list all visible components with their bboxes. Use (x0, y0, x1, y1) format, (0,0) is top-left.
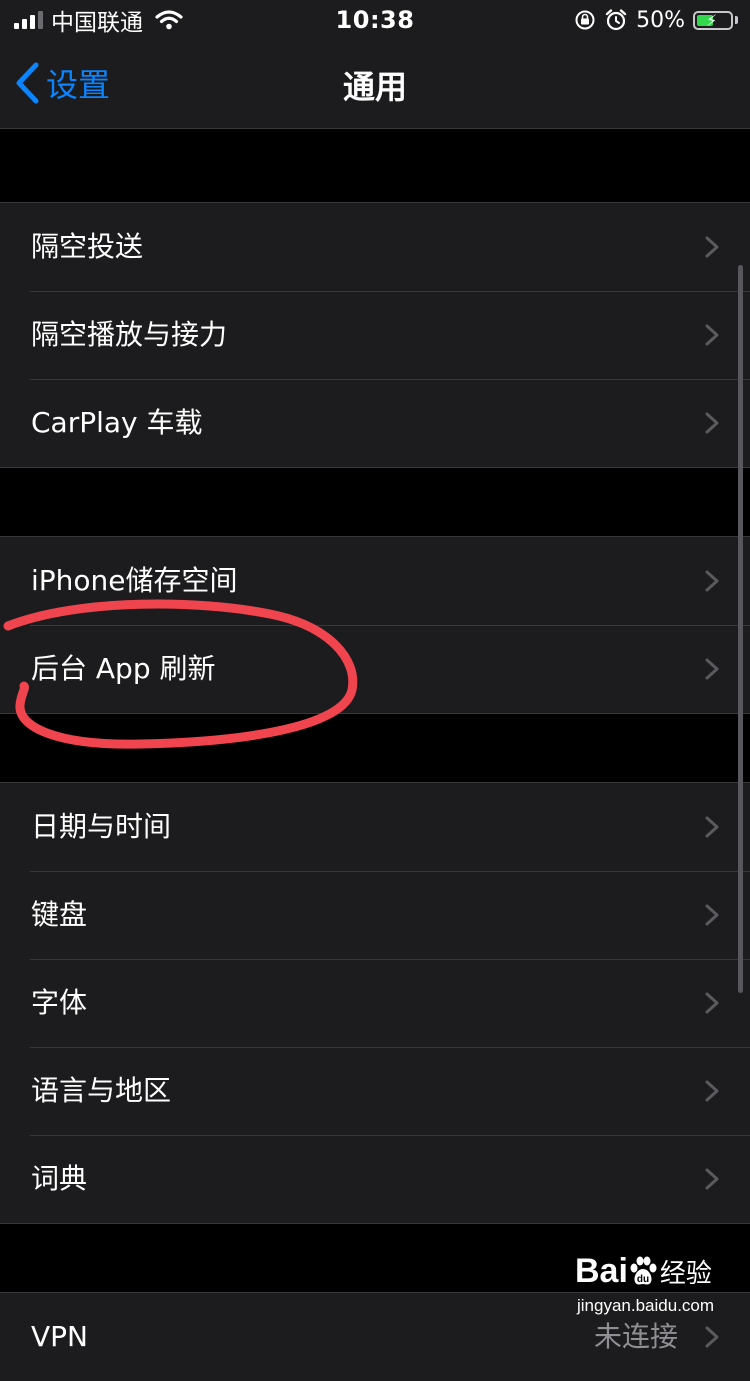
row-fonts[interactable]: 字体 (0, 959, 750, 1047)
svg-text:du: du (637, 1274, 649, 1285)
chevron-right-icon (705, 1080, 719, 1102)
row-label: 词典 (31, 1162, 88, 1195)
row-label: 键盘 (31, 898, 88, 931)
alarm-icon (605, 9, 627, 31)
watermark-logo-text: Bai (575, 1252, 628, 1290)
row-iphone-storage[interactable]: iPhone储存空间 (0, 537, 750, 625)
battery-tip (735, 16, 738, 24)
row-label: 后台 App 刷新 (31, 652, 216, 685)
row-label: 字体 (31, 986, 88, 1019)
row-label: VPN (31, 1320, 88, 1353)
chevron-right-icon (705, 236, 719, 258)
battery-icon: ⚡ (693, 10, 733, 30)
navigation-bar: 设置 通用 (0, 40, 750, 129)
row-airplay-handoff[interactable]: 隔空播放与接力 (0, 291, 750, 379)
row-label: 日期与时间 (31, 810, 172, 843)
baidu-watermark: Bai du 经验 jingyan.baidu.com (575, 1252, 735, 1322)
row-dictionary[interactable]: 词典 (0, 1135, 750, 1223)
chevron-right-icon (705, 324, 719, 346)
row-label: 隔空投送 (31, 230, 144, 263)
chevron-right-icon (705, 658, 719, 680)
row-carplay[interactable]: CarPlay 车载 (0, 379, 750, 467)
battery-percent: 50% (636, 7, 685, 33)
settings-group-connectivity: 隔空投送 隔空播放与接力 CarPlay 车载 (0, 202, 750, 468)
chevron-right-icon (705, 1326, 719, 1348)
orientation-lock-icon (575, 10, 595, 30)
status-bar: 中国联通 10:38 50% ⚡ (0, 0, 750, 40)
page-title: 通用 (342, 68, 407, 106)
row-label: CarPlay 车载 (31, 406, 203, 439)
row-label: 隔空播放与接力 (31, 318, 228, 351)
charging-bolt-icon: ⚡ (706, 10, 718, 30)
row-airdrop[interactable]: 隔空投送 (0, 203, 750, 291)
chevron-right-icon (705, 1168, 719, 1190)
watermark-logo-suffix: 经验 (659, 1259, 712, 1289)
scroll-indicator[interactable] (738, 265, 743, 993)
row-language-region[interactable]: 语言与地区 (0, 1047, 750, 1135)
chevron-right-icon (705, 816, 719, 838)
row-keyboard[interactable]: 键盘 (0, 871, 750, 959)
chevron-right-icon (705, 904, 719, 926)
row-label: 语言与地区 (31, 1074, 172, 1107)
row-label: iPhone储存空间 (31, 564, 238, 597)
settings-group-language: 日期与时间 键盘 字体 语言与地区 词典 (0, 782, 750, 1224)
chevron-right-icon (705, 992, 719, 1014)
watermark-logo: Bai du 经验 (575, 1252, 712, 1291)
chevron-right-icon (705, 412, 719, 434)
chevron-right-icon (705, 570, 719, 592)
status-right: 50% ⚡ (574, 6, 738, 34)
row-date-time[interactable]: 日期与时间 (0, 783, 750, 871)
watermark-url: jingyan.baidu.com (577, 1296, 715, 1315)
settings-group-storage: iPhone储存空间 后台 App 刷新 (0, 536, 750, 714)
row-background-app-refresh[interactable]: 后台 App 刷新 (0, 625, 750, 713)
baidu-paw-icon: du (630, 1256, 657, 1285)
